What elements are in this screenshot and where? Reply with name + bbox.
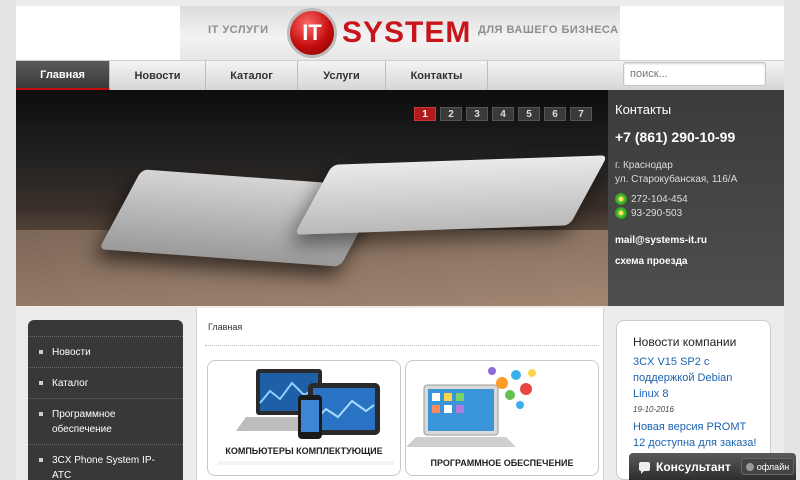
main-nav: Главная Новости Каталог Услуги Контакты	[16, 60, 784, 91]
route-map-link[interactable]: схема проезда	[615, 256, 777, 267]
consultant-chat-button[interactable]: Консультант офлайн	[629, 453, 796, 480]
contact-city: г. Краснодар	[615, 160, 673, 171]
bullet-icon	[39, 381, 43, 385]
contact-icq-2[interactable]: 93-290-503	[615, 207, 777, 219]
search-input[interactable]	[623, 62, 766, 86]
slider-page-7[interactable]: 7	[570, 107, 592, 121]
news-item-date: 19-10-2016	[633, 405, 674, 414]
sidebar-item-label: Программное обеспечение	[52, 409, 116, 435]
slider-pager: 1 2 3 4 5 6 7	[414, 107, 592, 121]
sidebar-item-label: Новости	[52, 347, 91, 358]
contact-phone: +7 (861) 290-10-99	[615, 129, 736, 145]
main-content: Главная КОМПЬЮТЕРЫ КОМПЛЕКТУЮЩИЕ ПРОГРАМ…	[196, 308, 604, 480]
bullet-icon	[39, 412, 43, 416]
slider-page-1[interactable]: 1	[414, 107, 436, 121]
nav-item-contacts[interactable]: Контакты	[386, 61, 488, 91]
contact-icq-1[interactable]: 272-104-454	[615, 193, 777, 205]
nav-item-services[interactable]: Услуги	[298, 61, 386, 91]
bullet-icon	[39, 458, 43, 462]
header-right-panel	[620, 6, 784, 60]
contacts-panel: Контакты +7 (861) 290-10-99 г. Краснодар…	[608, 90, 784, 306]
slider-image-tablet-right	[294, 155, 608, 235]
contacts-title: Контакты	[615, 102, 672, 117]
category-card-software[interactable]: ПРОГРАММНОЕ ОБЕСПЕЧЕНИЕ	[405, 360, 599, 476]
slider-page-3[interactable]: 3	[466, 107, 488, 121]
logo-text[interactable]: SYSTEM	[342, 16, 471, 50]
slider-page-6[interactable]: 6	[544, 107, 566, 121]
icq-icon	[615, 207, 627, 219]
sidebar-item-label: Каталог	[52, 378, 89, 389]
sidebar-item-3cx[interactable]: 3CX Phone System IP-АТС	[28, 444, 183, 480]
tagline-right: ДЛЯ ВАШЕГО БИЗНЕСА	[478, 24, 619, 36]
sidebar-item-news[interactable]: Новости	[28, 336, 183, 367]
breadcrumb-divider	[205, 345, 599, 346]
status-dot-icon	[745, 462, 754, 471]
contact-street: ул. Старокубанская, 116/А	[615, 174, 738, 185]
news-title: Новости компании	[633, 335, 737, 349]
category-card-computers[interactable]: КОМПЬЮТЕРЫ КОМПЛЕКТУЮЩИЕ	[207, 360, 401, 476]
header-left-panel	[16, 6, 180, 60]
site-header: IT УСЛУГИ IT SYSTEM ДЛЯ ВАШЕГО БИЗНЕСА	[16, 6, 784, 60]
nav-item-home[interactable]: Главная	[16, 61, 110, 91]
breadcrumb[interactable]: Главная	[208, 322, 242, 332]
computers-illustration-icon	[218, 369, 394, 465]
sidebar-item-catalog[interactable]: Каталог	[28, 367, 183, 398]
card-caption: ПРОГРАММНОЕ ОБЕСПЕЧЕНИЕ	[430, 458, 574, 468]
status-badge: офлайн	[740, 458, 795, 475]
nav-item-news[interactable]: Новости	[110, 61, 206, 91]
contact-address: г. Краснодар ул. Старокубанская, 116/А	[615, 159, 777, 187]
sidebar-item-software[interactable]: Программное обеспечение	[28, 398, 183, 444]
status-label: офлайн	[756, 461, 790, 472]
contact-email-link[interactable]: mail@systems-it.ru	[615, 235, 777, 246]
slider-page-2[interactable]: 2	[440, 107, 462, 121]
consultant-label: Консультант	[656, 459, 731, 474]
news-item-link[interactable]: 3CX V15 SP2 с поддержкой Debian Linux 8	[633, 354, 761, 402]
slider-page-4[interactable]: 4	[492, 107, 514, 121]
icq-icon	[615, 193, 627, 205]
news-item-link[interactable]: Новая версия PROMT 12 доступна для заказ…	[633, 419, 761, 451]
icq-number: 272-104-454	[631, 193, 688, 205]
slider-page-5[interactable]: 5	[518, 107, 540, 121]
logo-ball-text: IT	[302, 20, 322, 45]
tagline-left: IT УСЛУГИ	[208, 24, 269, 36]
icq-number: 93-290-503	[631, 207, 683, 219]
nav-item-catalog[interactable]: Каталог	[206, 61, 298, 91]
sidebar-menu: Новости Каталог Программное обеспечение …	[28, 320, 183, 480]
hero-slider: 1 2 3 4 5 6 7	[16, 90, 608, 306]
card-caption: КОМПЬЮТЕРЫ КОМПЛЕКТУЮЩИЕ	[225, 446, 383, 456]
logo-icon[interactable]: IT	[287, 8, 337, 58]
page: IT УСЛУГИ IT SYSTEM ДЛЯ ВАШЕГО БИЗНЕСА Г…	[16, 0, 784, 480]
chat-icon	[639, 462, 650, 474]
sidebar-item-label: 3CX Phone System IP-АТС	[52, 455, 155, 480]
bullet-icon	[39, 350, 43, 354]
